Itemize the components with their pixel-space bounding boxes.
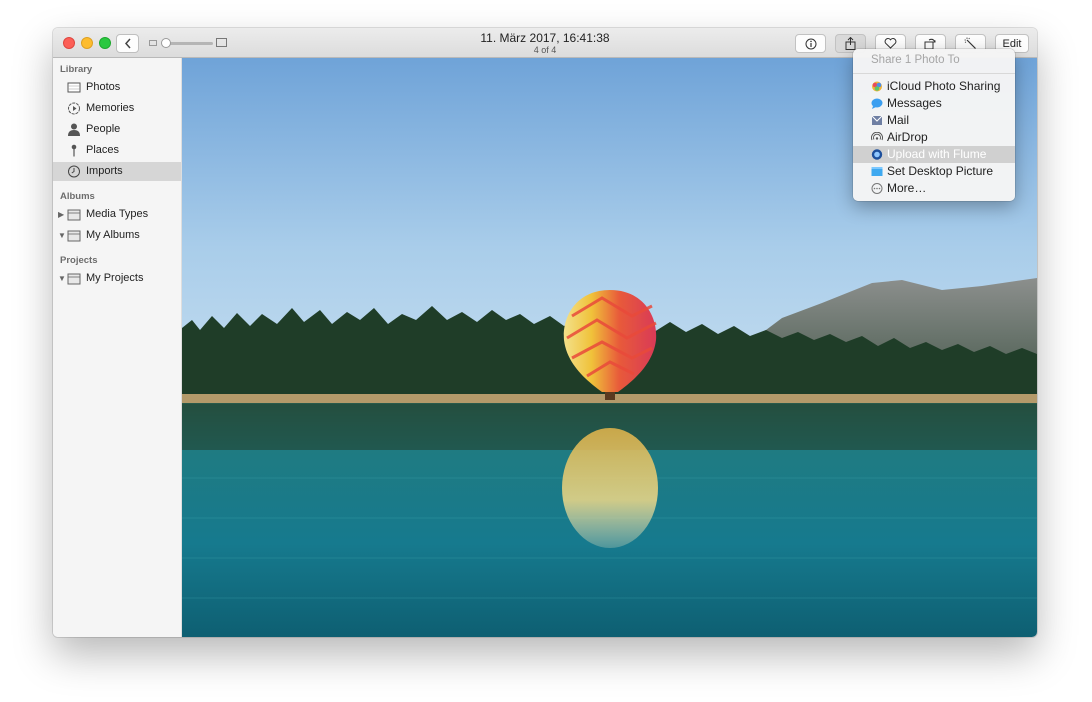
- menu-separator: [853, 73, 1015, 74]
- sidebar-item-label: Photos: [86, 81, 121, 93]
- menu-item-label: iCloud Photo Sharing: [887, 79, 1001, 93]
- album-folder-icon: [67, 273, 81, 285]
- airdrop-icon: [871, 132, 883, 141]
- mail-icon: [871, 115, 883, 125]
- places-pin-icon: [71, 144, 77, 157]
- sidebar-item-label: My Albums: [86, 229, 140, 241]
- sidebar: Library Photos Memories People Places Im…: [53, 58, 182, 637]
- sidebar-item-media-types[interactable]: ▶ Media Types: [53, 205, 181, 224]
- menu-item-label: More…: [887, 181, 927, 195]
- sidebar-item-label: Imports: [86, 165, 123, 177]
- menu-item-label: Upload with Flume: [887, 147, 987, 161]
- menu-item-airdrop[interactable]: AirDrop: [853, 129, 1015, 146]
- menu-item-icloud-photo-sharing[interactable]: iCloud Photo Sharing: [853, 78, 1015, 95]
- heart-icon: [884, 38, 897, 49]
- menu-item-upload-with-flume[interactable]: Upload with Flume: [853, 146, 1015, 163]
- menu-item-mail[interactable]: Mail: [853, 112, 1015, 129]
- menu-item-set-desktop-picture[interactable]: Set Desktop Picture: [853, 163, 1015, 180]
- sidebar-item-places[interactable]: Places: [53, 141, 181, 160]
- menu-item-label: Mail: [887, 113, 910, 127]
- sidebar-item-label: Memories: [86, 102, 135, 114]
- menu-item-label: Messages: [887, 96, 942, 110]
- sidebar-item-label: Places: [86, 144, 120, 156]
- library-section-title: Library: [60, 64, 93, 75]
- share-menu-header: Share 1 Photo To: [871, 54, 960, 66]
- more-icon: [871, 183, 883, 194]
- share-icon: [845, 37, 856, 50]
- share-menu: Share 1 Photo To iCloud Photo Sharing Me…: [853, 49, 1015, 201]
- albums-section-title: Albums: [60, 191, 95, 202]
- sidebar-item-memories[interactable]: Memories: [53, 99, 181, 118]
- info-button[interactable]: [795, 34, 826, 53]
- sidebar-item-people[interactable]: People: [53, 120, 181, 139]
- memories-icon: [68, 102, 80, 115]
- icloud-photo-sharing-icon: [872, 81, 882, 92]
- messages-icon: [871, 98, 883, 109]
- sidebar-item-label: Media Types: [86, 208, 149, 220]
- photos-icon: [67, 82, 81, 93]
- sidebar-item-imports[interactable]: Imports: [53, 162, 181, 181]
- projects-section-title: Projects: [60, 255, 98, 266]
- sidebar-item-label: My Projects: [86, 272, 144, 284]
- desktop-picture-icon: [871, 167, 883, 176]
- clock-icon: [68, 165, 80, 178]
- sidebar-item-label: People: [86, 123, 121, 135]
- people-icon: [68, 123, 80, 136]
- sidebar-item-photos[interactable]: Photos: [53, 78, 181, 97]
- album-folder-icon: [67, 209, 81, 221]
- sidebar-item-my-albums[interactable]: ▼ My Albums: [53, 226, 181, 245]
- flume-icon: [871, 149, 883, 160]
- menu-item-label: Set Desktop Picture: [887, 164, 994, 178]
- menu-item-more[interactable]: More…: [853, 180, 1015, 197]
- disclosure-expanded-icon[interactable]: ▼: [58, 231, 66, 240]
- menu-item-messages[interactable]: Messages: [853, 95, 1015, 112]
- menu-item-label: AirDrop: [887, 130, 928, 144]
- info-icon: [805, 38, 816, 49]
- disclosure-expanded-icon[interactable]: ▼: [58, 274, 66, 283]
- sidebar-item-my-projects[interactable]: ▼ My Projects: [53, 269, 181, 288]
- disclosure-collapsed-icon[interactable]: ▶: [58, 210, 64, 219]
- album-folder-icon: [67, 230, 81, 242]
